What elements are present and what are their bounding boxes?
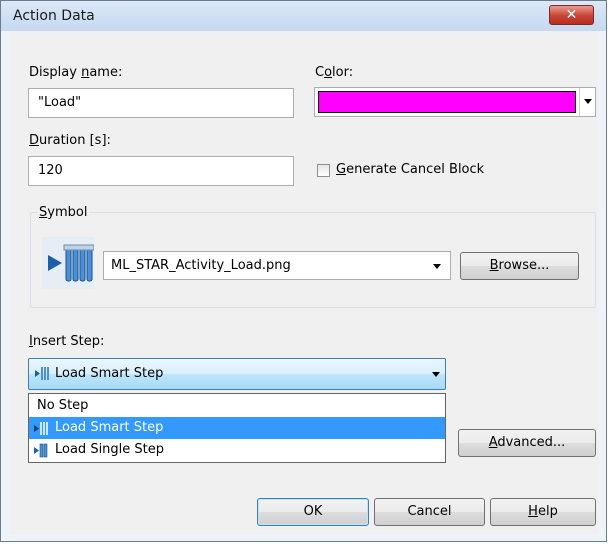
display-name-input[interactable]: "Load": [28, 88, 294, 118]
symbol-group-label: Symbol: [37, 205, 90, 220]
chevron-down-icon: [433, 264, 441, 269]
color-label: Color:: [315, 65, 354, 80]
advanced-button[interactable]: Advanced...: [458, 429, 596, 457]
color-picker[interactable]: [314, 87, 596, 117]
generate-cancel-block-label[interactable]: Generate Cancel Block: [336, 162, 484, 177]
duration-label: Duration [s]:: [29, 133, 111, 148]
chevron-down-icon: [432, 372, 440, 377]
insert-step-select[interactable]: Load Smart Step: [28, 358, 446, 390]
duration-input[interactable]: 120: [28, 156, 294, 186]
insert-step-label: Insert Step:: [29, 334, 105, 349]
help-button[interactable]: Help: [490, 498, 596, 526]
close-button[interactable]: ✕: [549, 5, 594, 25]
list-item-no-step[interactable]: No Step: [29, 395, 445, 417]
title-bar[interactable]: Action Data ✕: [1, 1, 606, 31]
insert-step-value: Load Smart Step: [55, 366, 164, 381]
close-icon: ✕: [565, 7, 578, 23]
single-step-icon: [33, 442, 50, 459]
generate-cancel-block-checkbox[interactable]: [317, 164, 330, 177]
smart-step-icon: [33, 420, 50, 437]
symbol-file-value: ML_STAR_Activity_Load.png: [111, 258, 291, 273]
browse-button[interactable]: Browse...: [460, 252, 579, 280]
ok-button[interactable]: OK: [257, 498, 369, 526]
action-data-dialog: Action Data ✕ Display name: "Load" Color…: [0, 0, 607, 542]
cancel-button[interactable]: Cancel: [374, 498, 485, 526]
load-activity-icon: [42, 237, 95, 289]
list-item-load-smart-step[interactable]: Load Smart Step: [29, 417, 445, 439]
window-title: Action Data: [13, 8, 95, 24]
chevron-down-icon: [584, 99, 592, 104]
color-swatch: [318, 91, 576, 113]
color-dropdown-toggle[interactable]: [579, 88, 596, 116]
symbol-file-select[interactable]: ML_STAR_Activity_Load.png: [103, 251, 451, 280]
insert-step-dropdown-list: No Step Load Smart Step Load Single Step: [28, 393, 446, 463]
list-item-load-single-step[interactable]: Load Single Step: [29, 439, 445, 461]
smart-step-icon: [34, 365, 51, 382]
dialog-client: Display name: "Load" Color: Duration [s]…: [9, 31, 598, 535]
display-name-label: Display name:: [29, 65, 123, 80]
